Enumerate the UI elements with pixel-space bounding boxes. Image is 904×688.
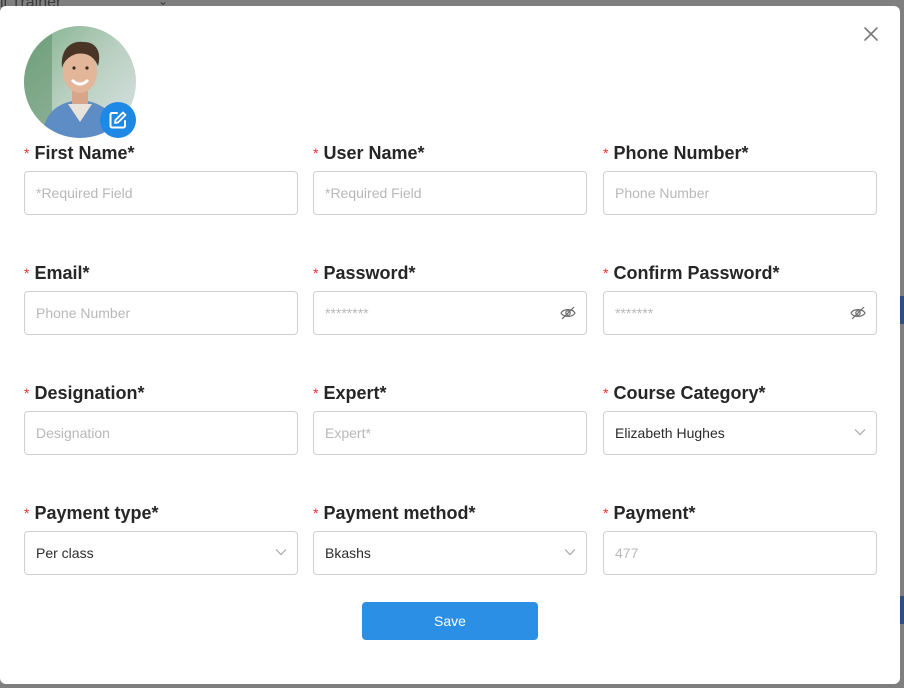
edit-icon: [109, 111, 127, 129]
confirm-password-input[interactable]: *******: [603, 291, 877, 335]
expert-label: Expert*: [323, 383, 387, 403]
user-name-field: * User Name* *Required Field: [313, 141, 587, 215]
payment-type-select[interactable]: Per class: [24, 531, 298, 575]
required-marker: *: [313, 145, 319, 161]
required-marker: *: [24, 145, 30, 161]
payment-label: Payment*: [613, 503, 696, 523]
first-name-placeholder: *Required Field: [36, 185, 133, 201]
phone-number-input[interactable]: Phone Number: [603, 171, 877, 215]
email-input[interactable]: Phone Number: [24, 291, 298, 335]
eye-slash-icon[interactable]: [560, 306, 576, 320]
course-category-label: Course Category*: [613, 383, 766, 403]
background-strip: [900, 596, 904, 624]
password-field: * Password* ********: [313, 261, 587, 335]
payment-method-value: Bkashs: [325, 545, 371, 561]
expert-input[interactable]: Expert*: [313, 411, 587, 455]
email-placeholder: Phone Number: [36, 305, 131, 321]
email-label: Email*: [34, 263, 90, 283]
required-marker: *: [603, 145, 609, 161]
phone-number-field: * Phone Number* Phone Number: [603, 141, 877, 215]
designation-label: Designation*: [34, 383, 145, 403]
phone-number-placeholder: Phone Number: [615, 185, 710, 201]
avatar: [24, 26, 136, 138]
required-marker: *: [603, 505, 609, 521]
payment-method-field: * Payment method* Bkashs: [313, 501, 587, 575]
course-category-value: Elizabeth Hughes: [615, 425, 725, 441]
confirm-password-label: Confirm Password*: [613, 263, 780, 283]
course-category-select[interactable]: Elizabeth Hughes: [603, 411, 877, 455]
user-name-placeholder: *Required Field: [325, 185, 422, 201]
expert-placeholder: Expert*: [325, 425, 371, 441]
add-trainer-modal: * First Name* *Required Field * User Name*…: [0, 6, 900, 684]
required-marker: *: [24, 505, 30, 521]
payment-placeholder: 477: [615, 545, 639, 561]
first-name-field: * First Name* *Required Field: [24, 141, 298, 215]
payment-input[interactable]: 477: [603, 531, 877, 575]
payment-type-label: Payment type*: [34, 503, 159, 523]
user-name-label: User Name*: [323, 143, 425, 163]
payment-type-value: Per class: [36, 545, 94, 561]
email-field: * Email* Phone Number: [24, 261, 298, 335]
user-name-input[interactable]: *Required Field: [313, 171, 587, 215]
course-category-field: * Course Category* Elizabeth Hughes: [603, 381, 877, 455]
chevron-down-icon: [275, 549, 287, 556]
first-name-label: First Name*: [34, 143, 135, 163]
required-marker: *: [603, 265, 609, 281]
chevron-down-icon: [564, 549, 576, 556]
confirm-password-placeholder: *******: [615, 305, 654, 321]
expert-field: * Expert* Expert*: [313, 381, 587, 455]
close-icon: [864, 27, 878, 41]
confirm-password-field: * Confirm Password* *******: [603, 261, 877, 335]
payment-method-label: Payment method*: [323, 503, 476, 523]
password-input[interactable]: ********: [313, 291, 587, 335]
password-placeholder: ********: [325, 305, 369, 321]
payment-field: * Payment* 477: [603, 501, 877, 575]
first-name-input[interactable]: *Required Field: [24, 171, 298, 215]
required-marker: *: [24, 265, 30, 281]
required-marker: *: [313, 505, 319, 521]
required-marker: *: [313, 265, 319, 281]
password-label: Password*: [323, 263, 416, 283]
edit-avatar-button[interactable]: [100, 102, 136, 138]
phone-number-label: Phone Number*: [613, 143, 749, 163]
close-button[interactable]: [862, 25, 880, 43]
save-button[interactable]: Save: [362, 602, 538, 640]
required-marker: *: [313, 385, 319, 401]
background-strip: [900, 296, 904, 324]
eye-slash-icon[interactable]: [850, 306, 866, 320]
designation-field: * Designation* Designation: [24, 381, 298, 455]
required-marker: *: [603, 385, 609, 401]
payment-type-field: * Payment type* Per class: [24, 501, 298, 575]
required-marker: *: [24, 385, 30, 401]
designation-input[interactable]: Designation: [24, 411, 298, 455]
chevron-down-icon: [854, 429, 866, 436]
payment-method-select[interactable]: Bkashs: [313, 531, 587, 575]
designation-placeholder: Designation: [36, 425, 110, 441]
